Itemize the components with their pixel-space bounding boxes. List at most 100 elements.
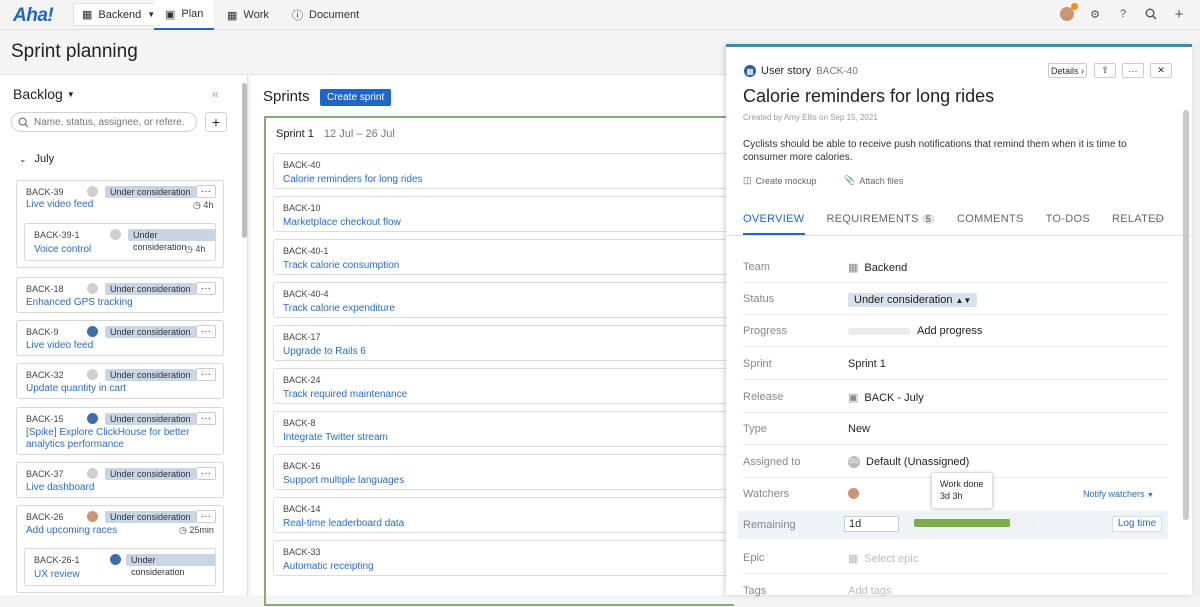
backlog-selector[interactable]: Backlog ▼	[13, 86, 75, 102]
backlog-card[interactable]: BACK-9 Under consideration ··· Live vide…	[16, 320, 224, 356]
more-options-button[interactable]: ···	[196, 467, 216, 480]
record-title[interactable]: Calorie reminders for long rides	[743, 86, 994, 107]
type-value[interactable]: New	[848, 423, 870, 435]
epic-field[interactable]: ▦ Select epic	[848, 552, 918, 566]
more-options-button[interactable]: ···	[196, 368, 216, 381]
sub-card[interactable]: BACK-26-1 Under consideration UX review	[24, 548, 216, 586]
backlog-card[interactable]: BACK-15 Under consideration ··· [Spike] …	[16, 407, 224, 455]
status-dropdown[interactable]: Under consideration ▲▼	[848, 293, 978, 307]
create-mockup-button[interactable]: ◫ Create mockup	[743, 175, 817, 186]
backlog-search[interactable]	[11, 112, 197, 132]
tab-plan[interactable]: ▣ Plan	[154, 0, 215, 30]
status-badge[interactable]: Under consideration	[105, 186, 196, 198]
release-group-july[interactable]: ⌄ July	[19, 153, 54, 165]
sprint-row[interactable]: BACK-16 Support multiple languages	[273, 454, 733, 490]
collapse-icon[interactable]: «	[212, 87, 219, 101]
details-button[interactable]: Details ›	[1048, 63, 1087, 78]
status-badge[interactable]: Under consideration	[105, 468, 196, 480]
card-title[interactable]: UX review	[34, 569, 80, 581]
more-tabs-icon[interactable]: ···	[1154, 213, 1165, 225]
more-options-button[interactable]: ···	[196, 510, 216, 523]
status-badge[interactable]: Under consideration	[105, 369, 196, 381]
add-icon[interactable]: +	[1172, 6, 1186, 23]
work-done-bar[interactable]	[914, 519, 1037, 527]
add-record-button[interactable]: +	[205, 112, 227, 132]
tab-overview[interactable]: OVERVIEW	[743, 213, 805, 235]
record-title[interactable]: Track calorie consumption	[283, 260, 399, 271]
record-title[interactable]: Support multiple languages	[283, 475, 404, 486]
more-options-button[interactable]: ···	[1122, 63, 1144, 78]
tags-placeholder[interactable]: Add tags	[848, 585, 891, 597]
backlog-card[interactable]: BACK-32 Under consideration ··· Update q…	[16, 363, 224, 399]
more-options-button[interactable]: ···	[196, 282, 216, 295]
sprint-row[interactable]: BACK-8 Integrate Twitter stream	[273, 411, 733, 447]
sprint-value[interactable]: Sprint 1	[848, 358, 886, 370]
card-title[interactable]: Add upcoming races	[26, 525, 117, 537]
sprint-header[interactable]: Sprint 1 12 Jul – 26 Jul	[276, 128, 395, 140]
settings-icon[interactable]: ⚙	[1088, 7, 1102, 21]
status-badge[interactable]: Under consideration	[105, 413, 196, 425]
close-icon[interactable]: ✕	[1150, 63, 1172, 78]
user-avatar[interactable]	[1060, 3, 1078, 21]
tab-work[interactable]: ▦ Work	[216, 0, 280, 30]
card-title[interactable]: Enhanced GPS tracking	[26, 297, 133, 309]
sprint-row[interactable]: BACK-14 Real-time leaderboard data	[273, 497, 733, 533]
progress-field[interactable]: Add progress	[848, 325, 982, 337]
status-badge[interactable]: Under consideration	[126, 554, 215, 577]
more-options-button[interactable]: ···	[196, 325, 216, 338]
record-title[interactable]: Automatic receipting	[283, 561, 374, 572]
field-value[interactable]: ▦ Backend	[848, 261, 907, 275]
sprint-row[interactable]: BACK-10 Marketplace checkout flow	[273, 196, 733, 232]
record-title[interactable]: Marketplace checkout flow	[283, 217, 401, 228]
status-badge[interactable]: Under consideration	[105, 326, 196, 338]
tab-requirements[interactable]: REQUIREMENTS 5	[827, 213, 936, 235]
search-input[interactable]	[34, 116, 184, 128]
record-title[interactable]: Real-time leaderboard data	[283, 518, 404, 529]
sprint-row[interactable]: BACK-40-1 Track calorie consumption	[273, 239, 733, 275]
status-badge[interactable]: Under consideration	[128, 229, 215, 252]
sprint-row[interactable]: BACK-40-4 Track calorie expenditure	[273, 282, 733, 318]
sub-card[interactable]: BACK-39-1 Under consideration Voice cont…	[24, 223, 216, 261]
record-title[interactable]: Integrate Twitter stream	[283, 432, 388, 443]
workspace-selector[interactable]: ▦ Backend ▼	[73, 3, 165, 26]
card-title[interactable]: Live dashboard	[26, 482, 94, 494]
status-badge[interactable]: Under consideration	[105, 283, 196, 295]
backlog-card[interactable]: BACK-18 Under consideration ··· Enhanced…	[16, 277, 224, 313]
backlog-card[interactable]: BACK-37 Under consideration ··· Live das…	[16, 462, 224, 498]
tab-document[interactable]: ⓘ Document	[281, 0, 370, 30]
sprint-row[interactable]: BACK-17 Upgrade to Rails 6	[273, 325, 733, 361]
backlog-scrollbar[interactable]	[242, 83, 247, 238]
watchers-field[interactable]	[848, 488, 859, 499]
more-options-button[interactable]: ···	[196, 412, 216, 425]
sprint-row[interactable]: BACK-24 Track required maintenance	[273, 368, 733, 404]
tab-todos[interactable]: TO-DOS	[1046, 213, 1090, 235]
record-id[interactable]: BACK-40	[816, 66, 858, 77]
search-icon[interactable]	[1144, 7, 1158, 21]
sprint-row[interactable]: BACK-33 Automatic receipting	[273, 540, 733, 576]
card-title[interactable]: Live video feed	[26, 199, 93, 211]
assignee-field[interactable]: DU Default (Unassigned)	[848, 456, 969, 468]
backlog-card[interactable]: BACK-26 Under consideration ··· Add upco…	[16, 505, 224, 593]
create-sprint-button[interactable]: Create sprint	[320, 89, 392, 106]
detail-scrollbar[interactable]	[1183, 110, 1189, 520]
backlog-card[interactable]: BACK-39 Under consideration ··· Live vid…	[16, 180, 224, 268]
share-icon[interactable]: ⇧	[1094, 63, 1116, 78]
record-title[interactable]: Calorie reminders for long rides	[283, 174, 423, 185]
sprint-row[interactable]: BACK-40 Calorie reminders for long rides	[273, 153, 733, 189]
more-options-button[interactable]: ···	[196, 185, 216, 198]
card-title[interactable]: [Spike] Explore ClickHouse for better an…	[26, 427, 196, 451]
card-title[interactable]: Update quantity in cart	[26, 383, 126, 395]
app-logo[interactable]: Aha!	[13, 5, 54, 27]
release-field[interactable]: ▣ BACK - July	[848, 391, 924, 405]
attach-files-button[interactable]: 📎 Attach files	[844, 175, 903, 186]
record-title[interactable]: Track required maintenance	[283, 389, 407, 400]
tab-comments[interactable]: COMMENTS	[957, 213, 1024, 235]
record-title[interactable]: Track calorie expenditure	[283, 303, 395, 314]
record-title[interactable]: Upgrade to Rails 6	[283, 346, 366, 357]
card-title[interactable]: Live video feed	[26, 340, 93, 352]
notify-watchers-button[interactable]: Notify watchers ▼	[1083, 489, 1154, 499]
help-icon[interactable]: ?	[1116, 7, 1130, 21]
remaining-input[interactable]: 1d	[844, 516, 899, 532]
status-badge[interactable]: Under consideration	[105, 511, 196, 523]
card-title[interactable]: Voice control	[34, 244, 91, 256]
